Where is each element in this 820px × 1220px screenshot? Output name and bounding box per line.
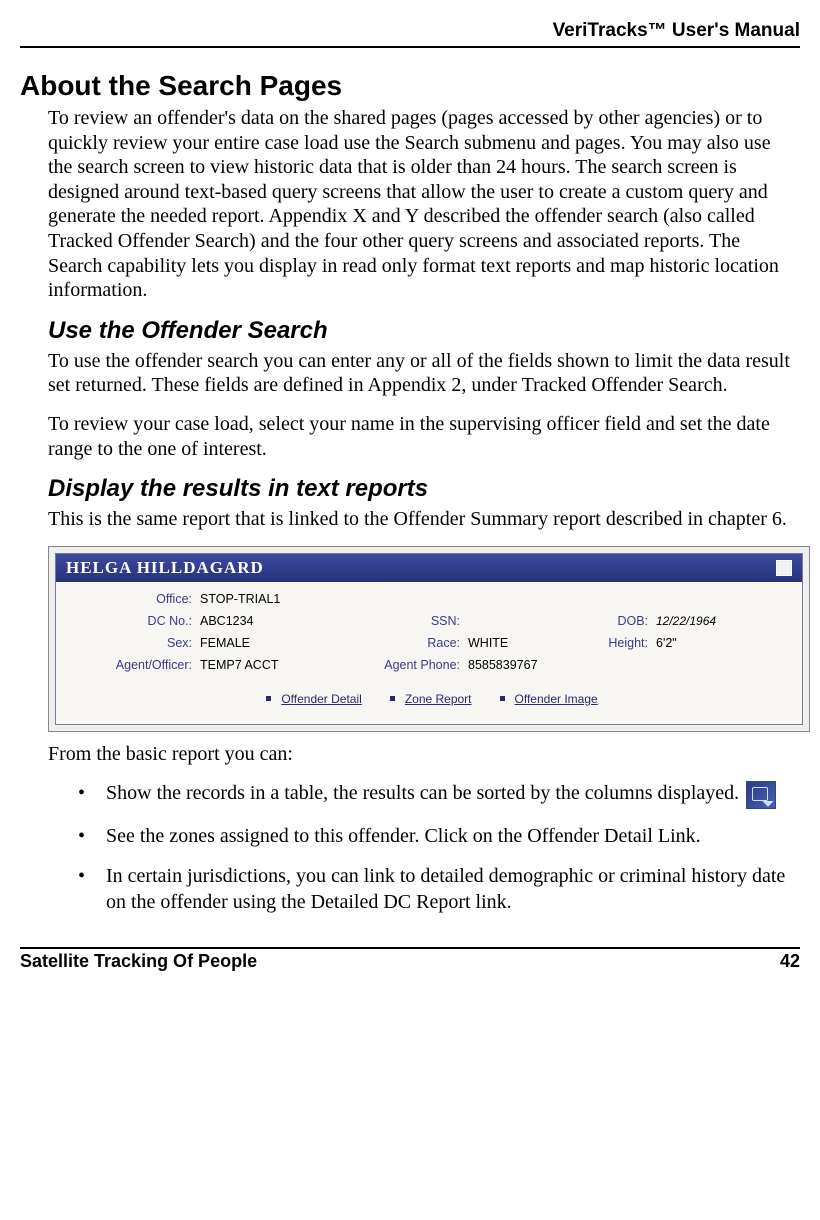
panel-expand-icon[interactable]: [776, 560, 792, 576]
label-dob: DOB:: [578, 614, 656, 628]
panel-offender-name: HELGA HILLDAGARD: [66, 558, 264, 578]
footer-page-number: 42: [780, 951, 800, 972]
value-race: WHITE: [468, 636, 578, 650]
panel-link-row: Offender Detail Zone Report Offender Ima…: [72, 680, 786, 720]
bullet-icon: [266, 696, 271, 701]
bullet-1-text: Show the records in a table, the results…: [106, 782, 739, 804]
label-agent-phone: Agent Phone:: [340, 658, 468, 672]
offender-report-panel: HELGA HILLDAGARD Office: STOP-TRIAL1 DC …: [48, 546, 810, 732]
value-office: STOP-TRIAL1: [200, 592, 340, 606]
link-offender-image[interactable]: Offender Image: [515, 692, 598, 706]
label-agent: Agent/Officer:: [72, 658, 200, 672]
footer-left: Satellite Tracking Of People: [20, 951, 257, 972]
bullet-icon: [390, 696, 395, 701]
label-ssn: SSN:: [340, 614, 468, 628]
bullet-item-3: In certain jurisdictions, you can link t…: [48, 863, 798, 915]
label-race: Race:: [340, 636, 468, 650]
label-height: Height:: [578, 636, 656, 650]
footer-rule: [20, 947, 800, 949]
use-offender-search-p1: To use the offender search you can enter…: [48, 349, 798, 398]
bullet-item-2: See the zones assigned to this offender.…: [48, 823, 798, 849]
page-heading: About the Search Pages: [20, 70, 800, 102]
value-dob: 12/22/1964: [656, 614, 746, 628]
panel-info-grid: Office: STOP-TRIAL1 DC No.: ABC1234 SSN:…: [56, 582, 802, 724]
label-sex: Sex:: [72, 636, 200, 650]
subheading-display-results: Display the results in text reports: [48, 475, 798, 503]
bullet-item-1: Show the records in a table, the results…: [48, 780, 798, 808]
link-offender-detail[interactable]: Offender Detail: [281, 692, 362, 706]
header-rule: [20, 46, 800, 48]
label-office: Office:: [72, 592, 200, 606]
link-zone-report[interactable]: Zone Report: [405, 692, 472, 706]
value-dcno: ABC1234: [200, 614, 340, 628]
value-height: 6'2": [656, 636, 746, 650]
value-agent-phone: 8585839767: [468, 658, 578, 672]
label-dcno: DC No.:: [72, 614, 200, 628]
intro-paragraph: To review an offender's data on the shar…: [48, 106, 798, 303]
display-results-p1: This is the same report that is linked t…: [48, 507, 798, 532]
header-title: VeriTracks™ User's Manual: [20, 20, 800, 42]
value-sex: FEMALE: [200, 636, 340, 650]
post-panel-intro: From the basic report you can:: [48, 742, 798, 767]
bullet-list: Show the records in a table, the results…: [48, 780, 798, 914]
subheading-use-offender-search: Use the Offender Search: [48, 317, 798, 345]
value-ssn: [468, 614, 578, 628]
bullet-icon: [500, 696, 505, 701]
use-offender-search-p2: To review your case load, select your na…: [48, 412, 798, 461]
table-view-icon[interactable]: [746, 781, 776, 809]
panel-titlebar: HELGA HILLDAGARD: [56, 554, 802, 582]
value-agent: TEMP7 ACCT: [200, 658, 340, 672]
